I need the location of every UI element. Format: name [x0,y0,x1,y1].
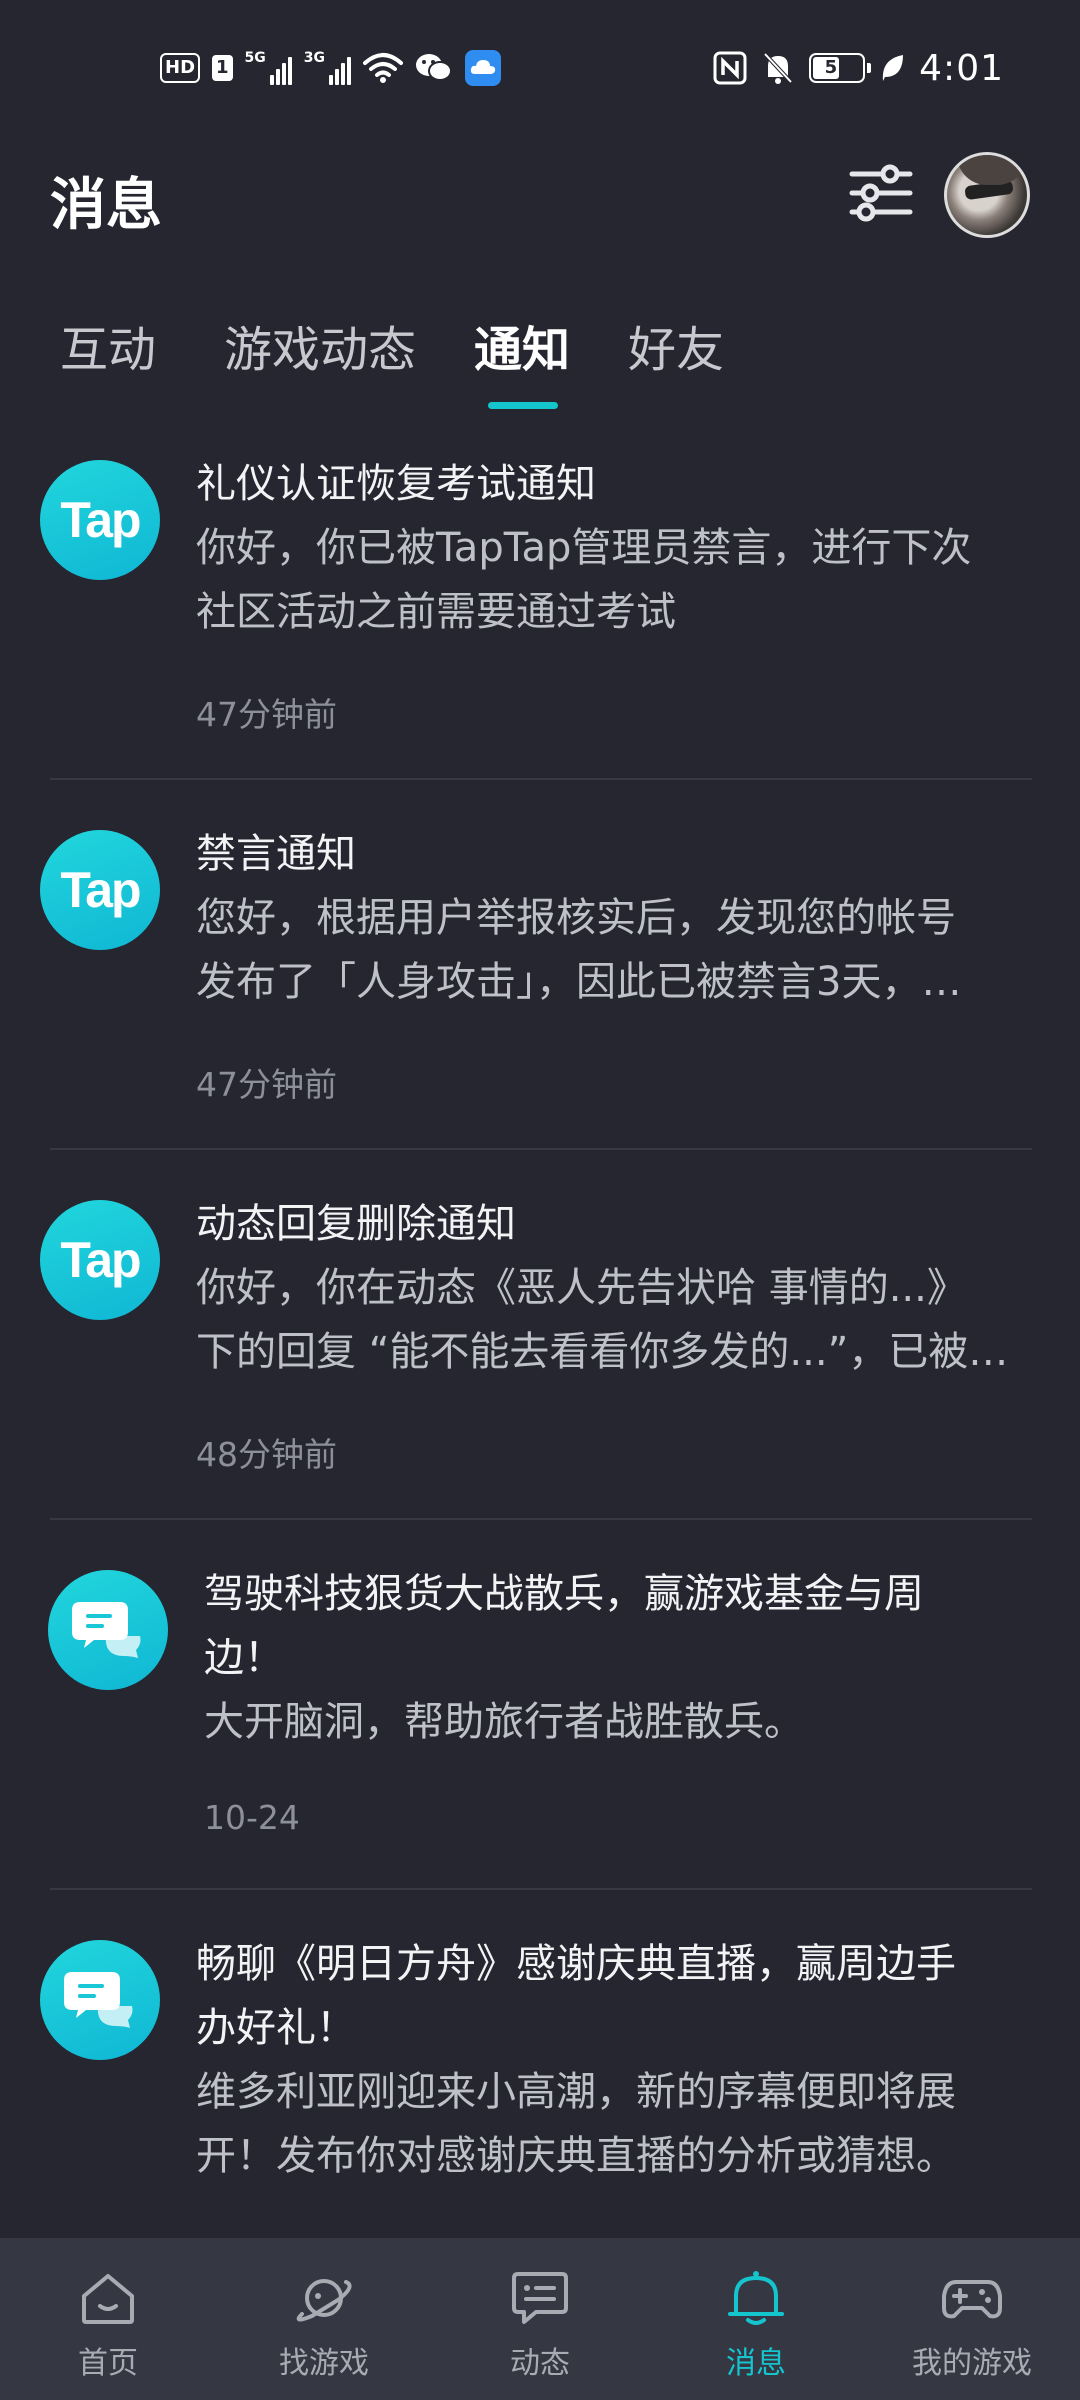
notification-title: 禁言通知 [196,831,356,877]
chat-bubble-icon [48,1570,168,1690]
nav-feed[interactable]: 动态 [432,2238,648,2400]
active-tab-indicator [488,402,558,409]
signal-5g-label: 5G [244,50,266,66]
nav-messages-label: 消息 [726,2346,786,2381]
notification-body-line2: 社区活动之前需要通过考试 [196,589,676,635]
nav-home-label: 首页 [78,2346,138,2381]
nav-my-games-label: 我的游戏 [912,2346,1032,2381]
event-title-line2: 办好礼！ [196,2005,356,2051]
nav-home[interactable]: 首页 [0,2238,216,2400]
notification-body-line1: 你好，你已被TapTap管理员禁言，进行下次 [196,525,972,571]
notification-item[interactable]: Tap 礼仪认证恢复考试通知 你好，你已被TapTap管理员禁言，进行下次 社区… [0,440,1080,780]
tab-game-updates[interactable]: 游戏动态 [224,310,416,380]
wifi-icon [363,53,404,83]
nav-discover-label: 找游戏 [279,2346,369,2381]
message-board-icon [512,2272,568,2324]
divider [50,1148,1032,1150]
divider [50,778,1032,780]
signal-3g-icon: 3G [303,50,352,85]
event-title-line1: 畅聊《明日方舟》感谢庆典直播，赢周边手 [196,1941,956,1987]
event-body-line1: 维多利亚刚迎来小高潮，新的序幕便即将展 [196,2069,956,2115]
bell-icon [728,2271,784,2325]
sim-badge: 1 [212,55,233,81]
event-body-line1: 大开脑洞，帮助旅行者战胜散兵。 [204,1699,804,1745]
cloud-app-icon [465,50,502,86]
taptap-logo-icon: Tap [40,1200,160,1320]
notification-time: 47分钟前 [196,1065,337,1104]
user-avatar[interactable] [944,152,1030,238]
tap-logo-text: Tap [60,862,141,918]
notification-body-line1: 您好，根据用户举报核实后，发现您的帐号 [196,895,956,941]
event-time: 10-24 [204,1798,300,1837]
clock: 4:01 [919,47,1004,89]
taptap-logo-icon: Tap [40,830,160,950]
nfc-icon [713,51,747,85]
wechat-icon [416,54,453,81]
notification-item[interactable]: Tap 禁言通知 您好，根据用户举报核实后，发现您的帐号 发布了「人身攻击」，因… [0,810,1080,1150]
planet-icon [296,2279,352,2322]
nav-messages[interactable]: 消息 [648,2238,864,2400]
nav-discover[interactable]: 找游戏 [216,2238,432,2400]
event-title-line1: 驾驶科技狠货大战散兵，赢游戏基金与周 [204,1571,924,1617]
nav-feed-label: 动态 [510,2346,570,2381]
battery-icon: 51 [809,53,872,83]
notification-title: 礼仪认证恢复考试通知 [196,461,596,507]
gamepad-icon [942,2280,1002,2319]
divider [50,1888,1032,1890]
screen: HD 1 5G 3G 51 4:01 消息 互动 游戏动态 通知 好友 Tap … [0,0,1080,2400]
bottom-nav: 首页 找游戏 动态 消息 我的游戏 [0,2238,1080,2400]
notification-title: 动态回复删除通知 [196,1201,516,1247]
mute-bell-icon [763,52,793,84]
tap-logo-text: Tap [60,1232,141,1288]
signal-5g-icon: 5G [245,51,292,85]
divider [50,1518,1032,1520]
event-notification-item[interactable]: 驾驶科技狠货大战散兵，赢游戏基金与周 边！ 大开脑洞，帮助旅行者战胜散兵。 10… [0,1550,1080,1890]
battery-level: 51 [824,57,850,78]
event-title-line2: 边！ [204,1635,284,1681]
chat-bubble-icon [40,1940,160,2060]
notification-body-line1: 你好，你在动态《恶人先告状哈 事情的...》 [196,1265,967,1311]
notification-body-line2: 下的回复 “能不能去看看你多发的...”，已被… [196,1329,1009,1375]
home-icon [82,2274,134,2324]
status-right: 51 4:01 [713,47,1004,89]
event-notification-item[interactable]: 畅聊《明日方舟》感谢庆典直播，赢周边手 办好礼！ 维多利亚刚迎来小高潮，新的序幕… [0,1920,1080,2238]
notification-body-line2: 发布了「人身攻击」，因此已被禁言3天，… [196,959,962,1005]
page-title: 消息 [50,173,162,238]
notification-time: 47分钟前 [196,695,337,734]
status-bar: HD 1 5G 3G 51 4:01 [0,0,1080,130]
status-left: HD 1 5G 3G [160,48,502,88]
tap-logo-text: Tap [60,492,141,548]
notification-time: 48分钟前 [196,1435,337,1474]
event-body-line2: 开！发布你对感谢庆典直播的分析或猜想。 [196,2133,956,2179]
tab-interaction[interactable]: 互动 [60,310,156,380]
hd-badge: HD [160,53,201,83]
notification-item[interactable]: Tap 动态回复删除通知 你好，你在动态《恶人先告状哈 事情的...》 下的回复… [0,1180,1080,1520]
leaf-icon [882,55,904,81]
taptap-logo-icon: Tap [40,460,160,580]
tab-friends[interactable]: 好友 [628,310,724,380]
signal-3g-label: 3G [303,50,326,66]
filter-settings-icon[interactable] [848,160,914,226]
nav-my-games[interactable]: 我的游戏 [864,2238,1080,2400]
tab-notifications[interactable]: 通知 [474,310,570,380]
